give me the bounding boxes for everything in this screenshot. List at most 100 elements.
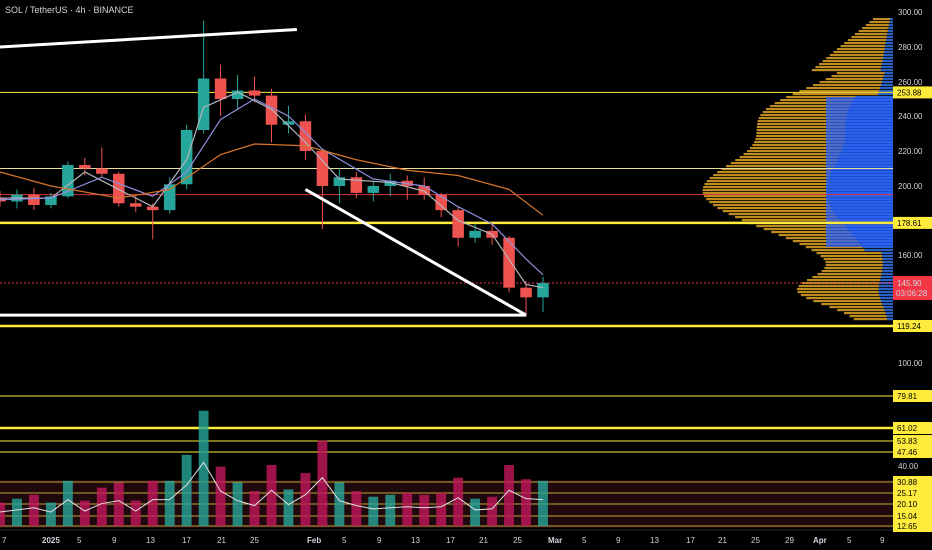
- volume-bar: [470, 498, 481, 526]
- profile-bar-sell: [877, 93, 893, 96]
- price-tick-label: 300.00: [898, 8, 923, 17]
- volume-bar: [385, 494, 396, 526]
- price-tick-label: 200.00: [898, 182, 923, 191]
- profile-bar-buy: [855, 33, 888, 36]
- volume-bar: [45, 502, 56, 526]
- profile-bar-buy: [722, 210, 834, 213]
- time-tick-label: 25: [250, 536, 259, 545]
- profile-bar-sell: [882, 60, 893, 63]
- candle-body: [129, 203, 142, 207]
- volume-bar: [249, 491, 260, 526]
- profile-bar-buy: [735, 216, 838, 219]
- profile-bar-sell: [888, 24, 893, 27]
- profile-bar-sell: [882, 78, 893, 81]
- volume-bar: [368, 496, 379, 526]
- profile-bar-buy: [833, 51, 885, 54]
- profile-bar-buy: [829, 54, 884, 57]
- profile-bar-sell: [883, 306, 893, 309]
- time-tick-label: Mar: [548, 536, 562, 545]
- profile-bar-buy: [741, 219, 841, 222]
- volume-bar: [232, 482, 243, 526]
- profile-bar-buy: [798, 285, 879, 288]
- volume-bar: [436, 492, 447, 526]
- volume-bar: [62, 480, 73, 526]
- volume-bar: [504, 464, 514, 526]
- volume-bar: [0, 502, 5, 526]
- profile-bar-sell: [880, 69, 893, 72]
- profile-bar-buy: [821, 303, 883, 306]
- profile-bar-sell: [880, 279, 893, 282]
- profile-bar-buy: [843, 312, 886, 315]
- profile-bar-sell: [882, 270, 893, 273]
- profile-bar-buy: [792, 93, 878, 96]
- profile-bar-sell: [887, 30, 893, 33]
- profile-bar-buy: [739, 156, 840, 159]
- profile-bar-buy: [713, 174, 831, 177]
- price-tick-label: 40.00: [898, 462, 919, 471]
- profile-bar-buy: [824, 267, 883, 270]
- profile-bar-sell: [884, 72, 893, 75]
- profile-bar-buy: [797, 291, 879, 294]
- profile-bar-sell: [882, 303, 893, 306]
- value-area: [826, 97, 893, 247]
- profile-bar-buy: [851, 36, 887, 39]
- profile-bar-sell: [881, 84, 893, 87]
- profile-bar-sell: [881, 252, 893, 255]
- time-tick-label: Feb: [307, 536, 321, 545]
- time-tick-label: 21: [217, 536, 226, 545]
- time-axis[interactable]: 7 2025 5 9 13 17 21 25 Feb 5 9 13 17 21 25 Mar 5 9 13 17 21 2…: [0, 529, 932, 550]
- profile-bar-buy: [709, 201, 829, 204]
- profile-bar-buy: [717, 171, 832, 174]
- profile-bar-buy: [813, 300, 882, 303]
- profile-bar-buy: [849, 315, 887, 318]
- profile-bar-buy: [873, 18, 890, 21]
- profile-bar-sell: [889, 21, 893, 24]
- profile-bar-buy: [853, 318, 888, 321]
- price-tick-label: 160.00: [898, 251, 923, 260]
- time-tick-label: 13: [650, 536, 659, 545]
- profile-bar-sell: [886, 36, 893, 39]
- candle-body: [180, 130, 193, 185]
- profile-bar-buy: [813, 84, 882, 87]
- time-tick-label: 13: [146, 536, 155, 545]
- candle-body: [248, 90, 261, 96]
- profile-bar-sell: [879, 87, 893, 90]
- profile-bar-buy: [837, 48, 885, 51]
- profile-bar-buy: [811, 69, 881, 72]
- candle-body: [367, 186, 380, 193]
- price-tick-label: 220.00: [898, 147, 923, 156]
- price-chart[interactable]: 300.00 280.00 260.00 240.00 220.00 200.00 160.…: [0, 0, 932, 550]
- profile-bar-buy: [717, 207, 832, 210]
- profile-bar-sell: [882, 258, 893, 261]
- profile-bar-buy: [858, 30, 888, 33]
- time-tick-label: 25: [513, 536, 522, 545]
- profile-bar-sell: [878, 90, 893, 93]
- volume-bar: [317, 440, 328, 526]
- volume-bar: [419, 494, 430, 526]
- time-tick-label: 2025: [42, 536, 60, 545]
- candle-body: [537, 283, 549, 298]
- profile-bar-buy: [811, 249, 865, 252]
- volume-bar: [351, 491, 362, 526]
- profile-bar-buy: [865, 24, 889, 27]
- time-tick-label: 21: [718, 536, 727, 545]
- volume-bar: [402, 492, 413, 526]
- profile-bar-sell: [881, 300, 893, 303]
- volume-bar: [147, 480, 158, 526]
- price-axis[interactable]: 300.00 280.00 260.00 240.00 220.00 200.00 160.…: [893, 0, 932, 550]
- volume-bar: [29, 494, 39, 526]
- time-tick-label: 17: [446, 536, 455, 545]
- price-tag-label: 15.04: [897, 512, 918, 521]
- profile-bar-buy: [812, 276, 881, 279]
- profile-bar-sell: [881, 81, 893, 84]
- profile-bar-sell: [887, 318, 893, 321]
- price-tag-label: 253.88: [897, 88, 922, 97]
- profile-bar-buy: [706, 180, 828, 183]
- price-tag-label: 61.02: [897, 424, 918, 433]
- profile-bar-buy: [806, 297, 880, 300]
- time-tick-label: 5: [342, 536, 347, 545]
- price-tick-label: 280.00: [898, 43, 923, 52]
- profile-bar-buy: [702, 192, 827, 195]
- profile-bar-buy: [806, 279, 881, 282]
- time-tick-label: 13: [411, 536, 420, 545]
